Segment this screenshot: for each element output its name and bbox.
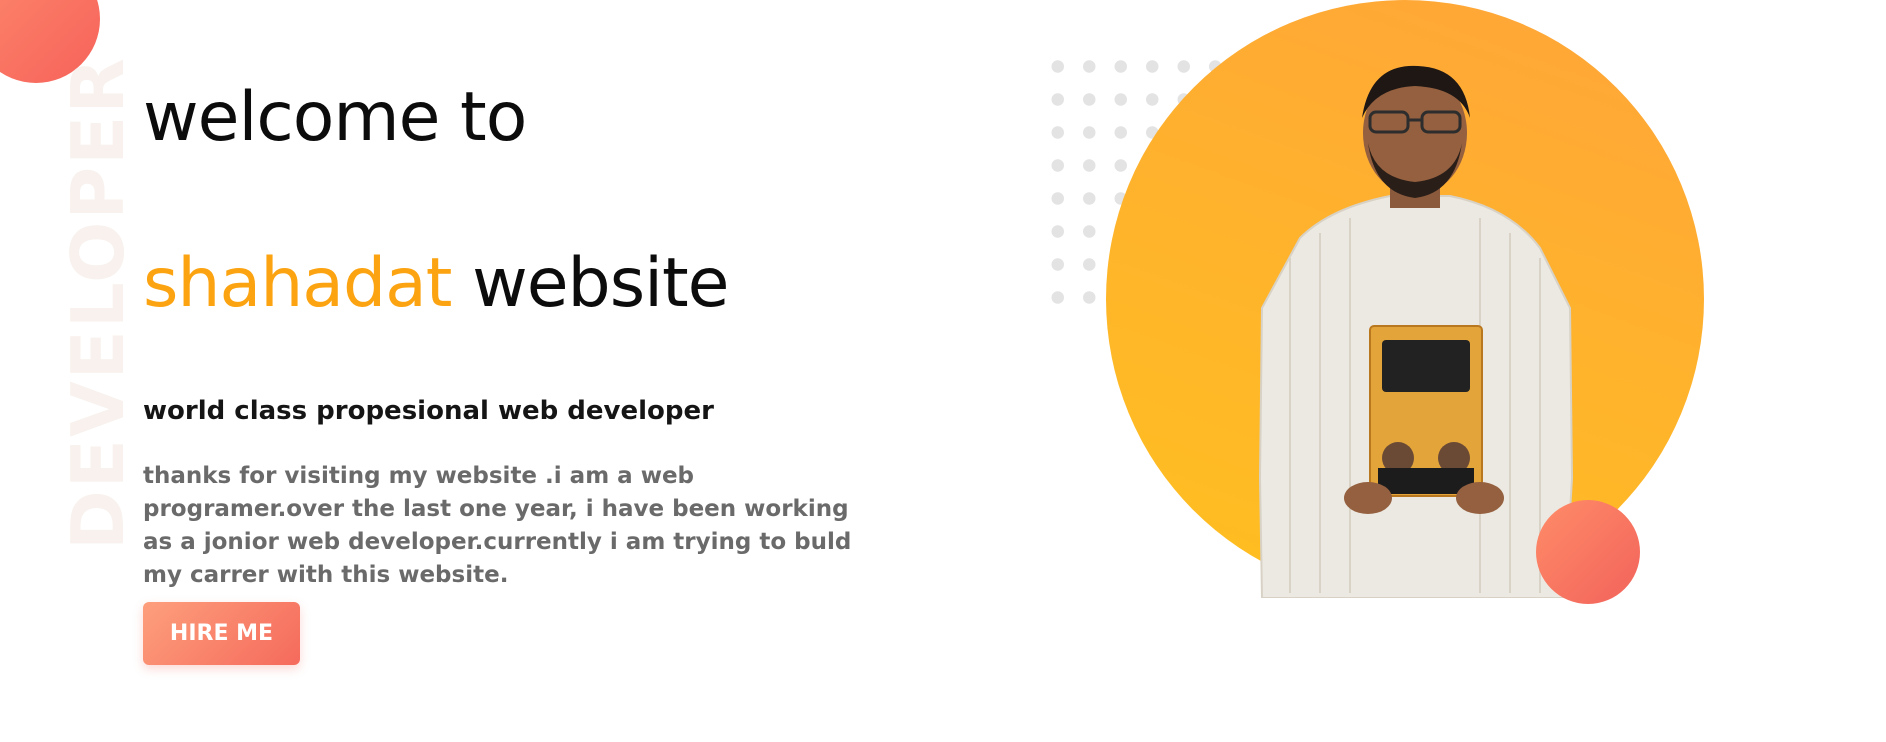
headline-name-rest: website xyxy=(451,244,729,323)
hero-intro-text: thanks for visiting my website .i am a w… xyxy=(143,463,852,588)
profile-photo xyxy=(1258,65,1574,598)
headline-welcome: welcome to xyxy=(143,78,527,157)
hero-subtitle: world class propesional web developer xyxy=(143,396,714,426)
small-decor-circle xyxy=(1536,500,1640,604)
headline-name-accent: shahadat xyxy=(143,244,452,323)
hire-me-button[interactable]: HIRE ME xyxy=(143,602,300,665)
vertical-watermark-text: DEVELOPER xyxy=(56,56,140,550)
hero-section: DEVELOPER welcome to shahadat website wo… xyxy=(0,0,1886,742)
headline-site-name: shahadat website xyxy=(143,244,730,324)
